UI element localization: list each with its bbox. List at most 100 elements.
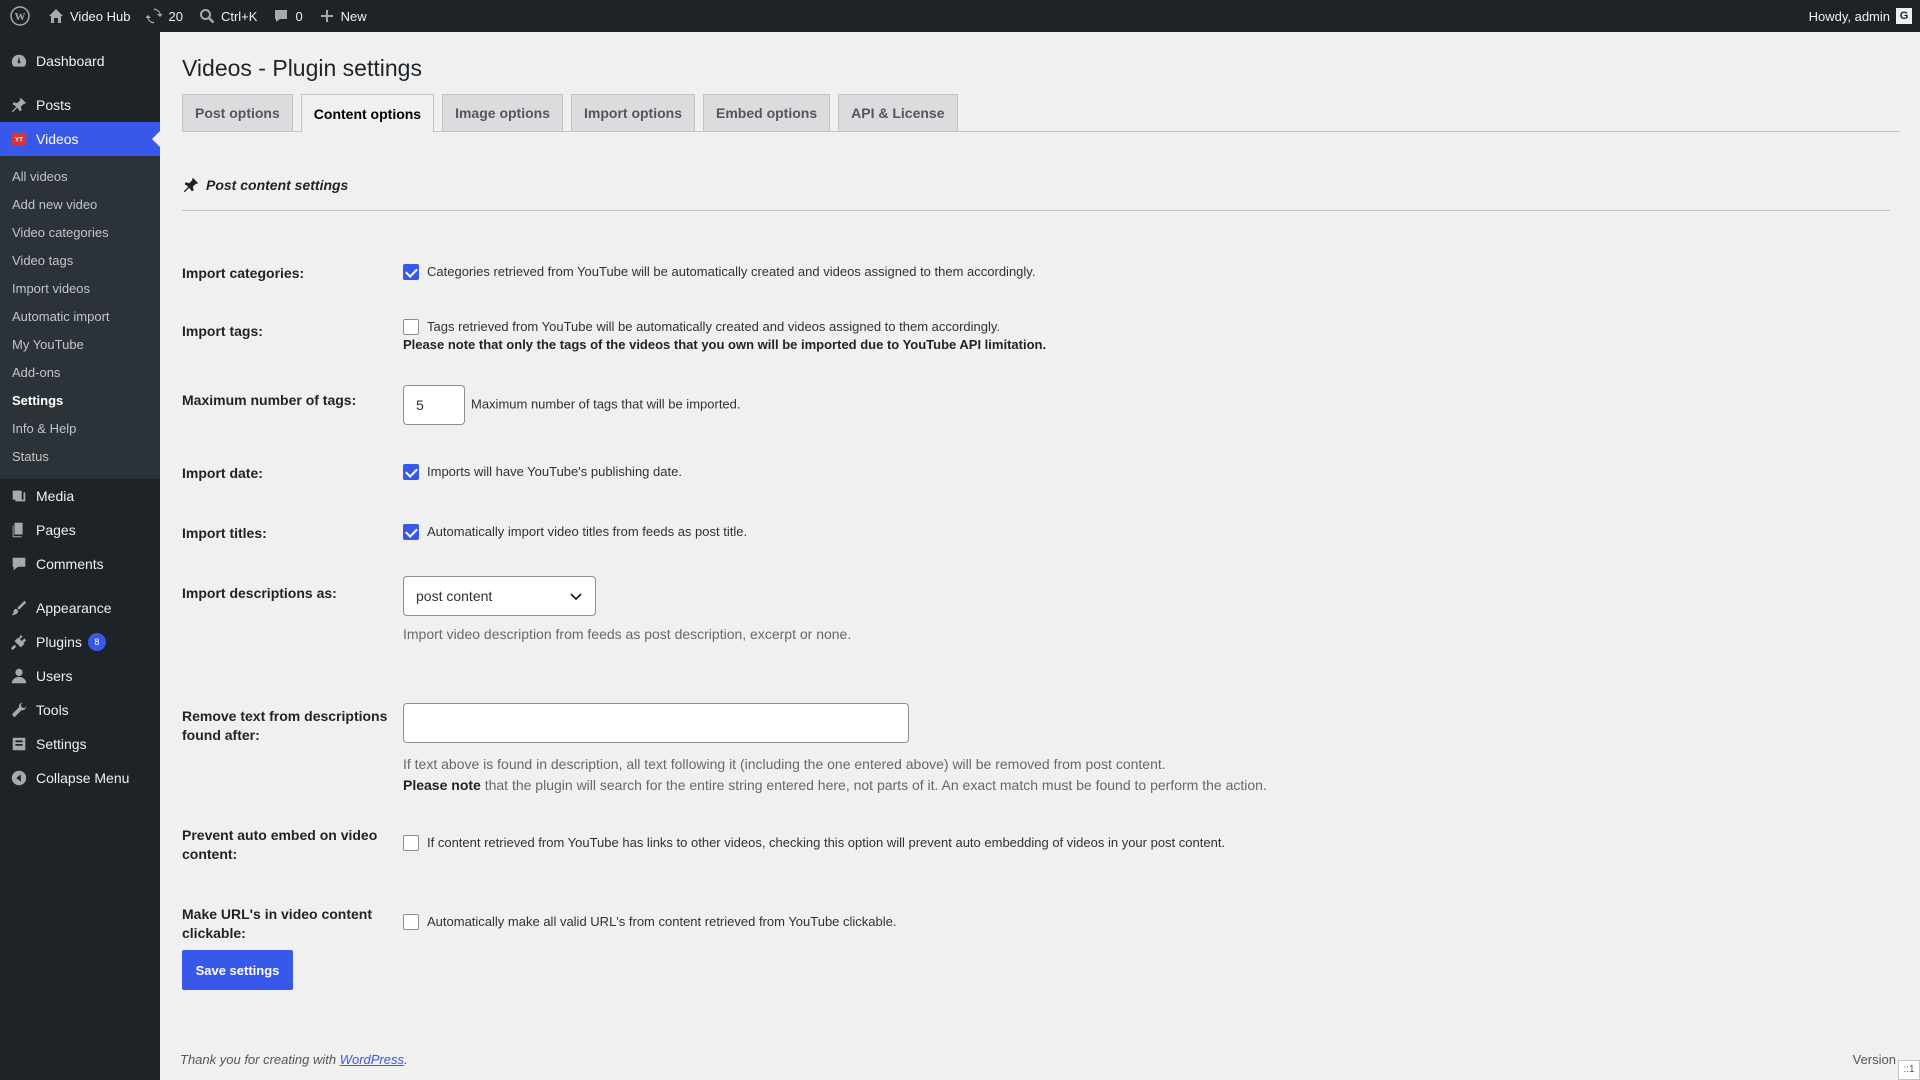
video-icon: YT (11, 132, 27, 146)
menu-appearance[interactable]: Appearance (0, 591, 160, 625)
remove-text-desc: If text above is found in description, a… (403, 754, 1890, 796)
tab-api-license[interactable]: API & License (838, 94, 958, 131)
submenu-status[interactable]: Status (0, 443, 160, 471)
admin-bar: W Video Hub 20 Ctrl+K 0 New Howdy, admin… (0, 0, 1920, 32)
submenu-info-help[interactable]: Info & Help (0, 415, 160, 443)
submenu-all-videos[interactable]: All videos (0, 163, 160, 191)
import-date-checkbox[interactable] (403, 463, 419, 480)
tab-import-options[interactable]: Import options (571, 94, 695, 131)
submenu-my-youtube[interactable]: My YouTube (0, 331, 160, 359)
label-line: found after: (182, 726, 260, 743)
submenu-add-ons[interactable]: Add-ons (0, 359, 160, 387)
tab-embed-options[interactable]: Embed options (703, 94, 831, 131)
tab-image-options[interactable]: Image options (442, 94, 563, 131)
videos-submenu: All videos Add new video Video categorie… (0, 156, 160, 479)
import-tags-checkbox[interactable] (403, 318, 419, 335)
remove-text-input[interactable] (403, 703, 909, 743)
pin-icon (183, 177, 199, 193)
import-categories-checkbox[interactable] (403, 263, 419, 280)
label-line: Remove text from descriptions (182, 708, 388, 724)
import-date-desc: Imports will have YouTube's publishing d… (427, 464, 682, 479)
account-menu[interactable]: Howdy, admin G (1809, 8, 1920, 24)
plus-icon (320, 10, 333, 22)
collapse-menu-button[interactable]: Collapse Menu (0, 761, 160, 795)
section-title-text: Post content settings (206, 177, 349, 193)
submenu-automatic-import[interactable]: Automatic import (0, 303, 160, 331)
menu-videos[interactable]: YT Videos (0, 122, 160, 156)
select-value: post content (416, 588, 493, 604)
make-urls-label: Make URL's in video content clickable: (182, 905, 392, 943)
main-content: Videos - Plugin settings Post options Co… (160, 32, 1920, 1080)
updates-icon (146, 8, 163, 24)
submenu-video-categories[interactable]: Video categories (0, 219, 160, 247)
dashboard-icon (11, 54, 27, 67)
desc-line: If text above is found in description, a… (403, 756, 1166, 772)
menu-plugins[interactable]: Plugins 8 (0, 625, 160, 659)
comments-link[interactable]: 0 (265, 0, 310, 32)
menu-settings[interactable]: Settings (0, 727, 160, 761)
import-titles-checkbox[interactable] (403, 523, 419, 540)
label-line: Prevent auto embed on video (182, 827, 378, 843)
import-descriptions-select[interactable]: post content (403, 576, 596, 616)
footer-thanks: Thank you for creating with WordPress. (180, 1052, 408, 1067)
site-name: Video Hub (70, 8, 131, 24)
desc-bold: Please note (403, 777, 481, 793)
tab-post-options[interactable]: Post options (182, 94, 293, 131)
menu-dashboard[interactable]: Dashboard (0, 44, 160, 78)
submenu-import-videos[interactable]: Import videos (0, 275, 160, 303)
prevent-embed-checkbox[interactable] (403, 834, 419, 851)
max-tags-input[interactable]: 5 (403, 385, 465, 425)
users-icon (11, 668, 27, 684)
footer-text: Thank you for creating with (180, 1052, 340, 1067)
menu-label: Settings (36, 736, 87, 752)
new-content-link[interactable]: New (311, 0, 375, 32)
max-tags-label: Maximum number of tags: (182, 392, 357, 408)
menu-comments[interactable]: Comments (0, 547, 160, 581)
svg-text:W: W (15, 11, 26, 23)
pin-icon (11, 97, 27, 113)
media-icon (12, 490, 26, 502)
collapse-icon (11, 770, 27, 786)
corner-indicator: ::1 (1898, 1060, 1920, 1080)
comments-count: 0 (295, 8, 303, 24)
import-categories-desc: Categories retrieved from YouTube will b… (427, 264, 1036, 279)
save-settings-button[interactable]: Save settings (182, 950, 293, 990)
menu-label: Dashboard (36, 53, 105, 69)
wordpress-link[interactable]: WordPress (340, 1052, 404, 1067)
menu-label: Collapse Menu (36, 770, 130, 786)
submenu-add-new-video[interactable]: Add new video (0, 191, 160, 219)
pages-icon (12, 522, 23, 538)
search-shortcut: Ctrl+K (220, 8, 258, 24)
settings-tabs: Post options Content options Image optio… (182, 94, 1900, 132)
section-title: Post content settings (182, 176, 1890, 211)
menu-label: Plugins (36, 634, 82, 650)
make-urls-checkbox[interactable] (403, 913, 419, 930)
import-tags-note: Please note that only the tags of the vi… (403, 337, 1047, 352)
settings-icon (12, 737, 26, 751)
menu-media[interactable]: Media (0, 479, 160, 513)
search-link[interactable]: Ctrl+K (191, 0, 265, 32)
tab-content-options[interactable]: Content options (300, 94, 435, 132)
prevent-embed-label: Prevent auto embed on video content: (182, 826, 392, 864)
site-name-link[interactable]: Video Hub (40, 0, 138, 32)
search-icon (199, 9, 215, 24)
updates-link[interactable]: 20 (138, 0, 190, 32)
menu-posts[interactable]: Posts (0, 88, 160, 122)
menu-label: Tools (36, 702, 69, 718)
menu-users[interactable]: Users (0, 659, 160, 693)
menu-tools[interactable]: Tools (0, 693, 160, 727)
import-descriptions-label: Import descriptions as: (182, 585, 337, 601)
max-tags-desc: Maximum number of tags that will be impo… (471, 396, 741, 412)
prevent-embed-desc: If content retrieved from YouTube has li… (427, 835, 1226, 850)
plugin-icon (10, 634, 27, 651)
menu-pages[interactable]: Pages (0, 513, 160, 547)
desc-line: that the plugin will search for the enti… (480, 777, 1267, 793)
wordpress-logo-icon[interactable]: W (0, 0, 40, 32)
home-icon (49, 9, 63, 23)
chevron-down-icon (570, 593, 582, 601)
label-line: content: (182, 845, 238, 862)
menu-label: Videos (36, 131, 79, 147)
submenu-settings[interactable]: Settings (0, 387, 160, 415)
submenu-video-tags[interactable]: Video tags (0, 247, 160, 275)
menu-label: Posts (36, 97, 72, 113)
